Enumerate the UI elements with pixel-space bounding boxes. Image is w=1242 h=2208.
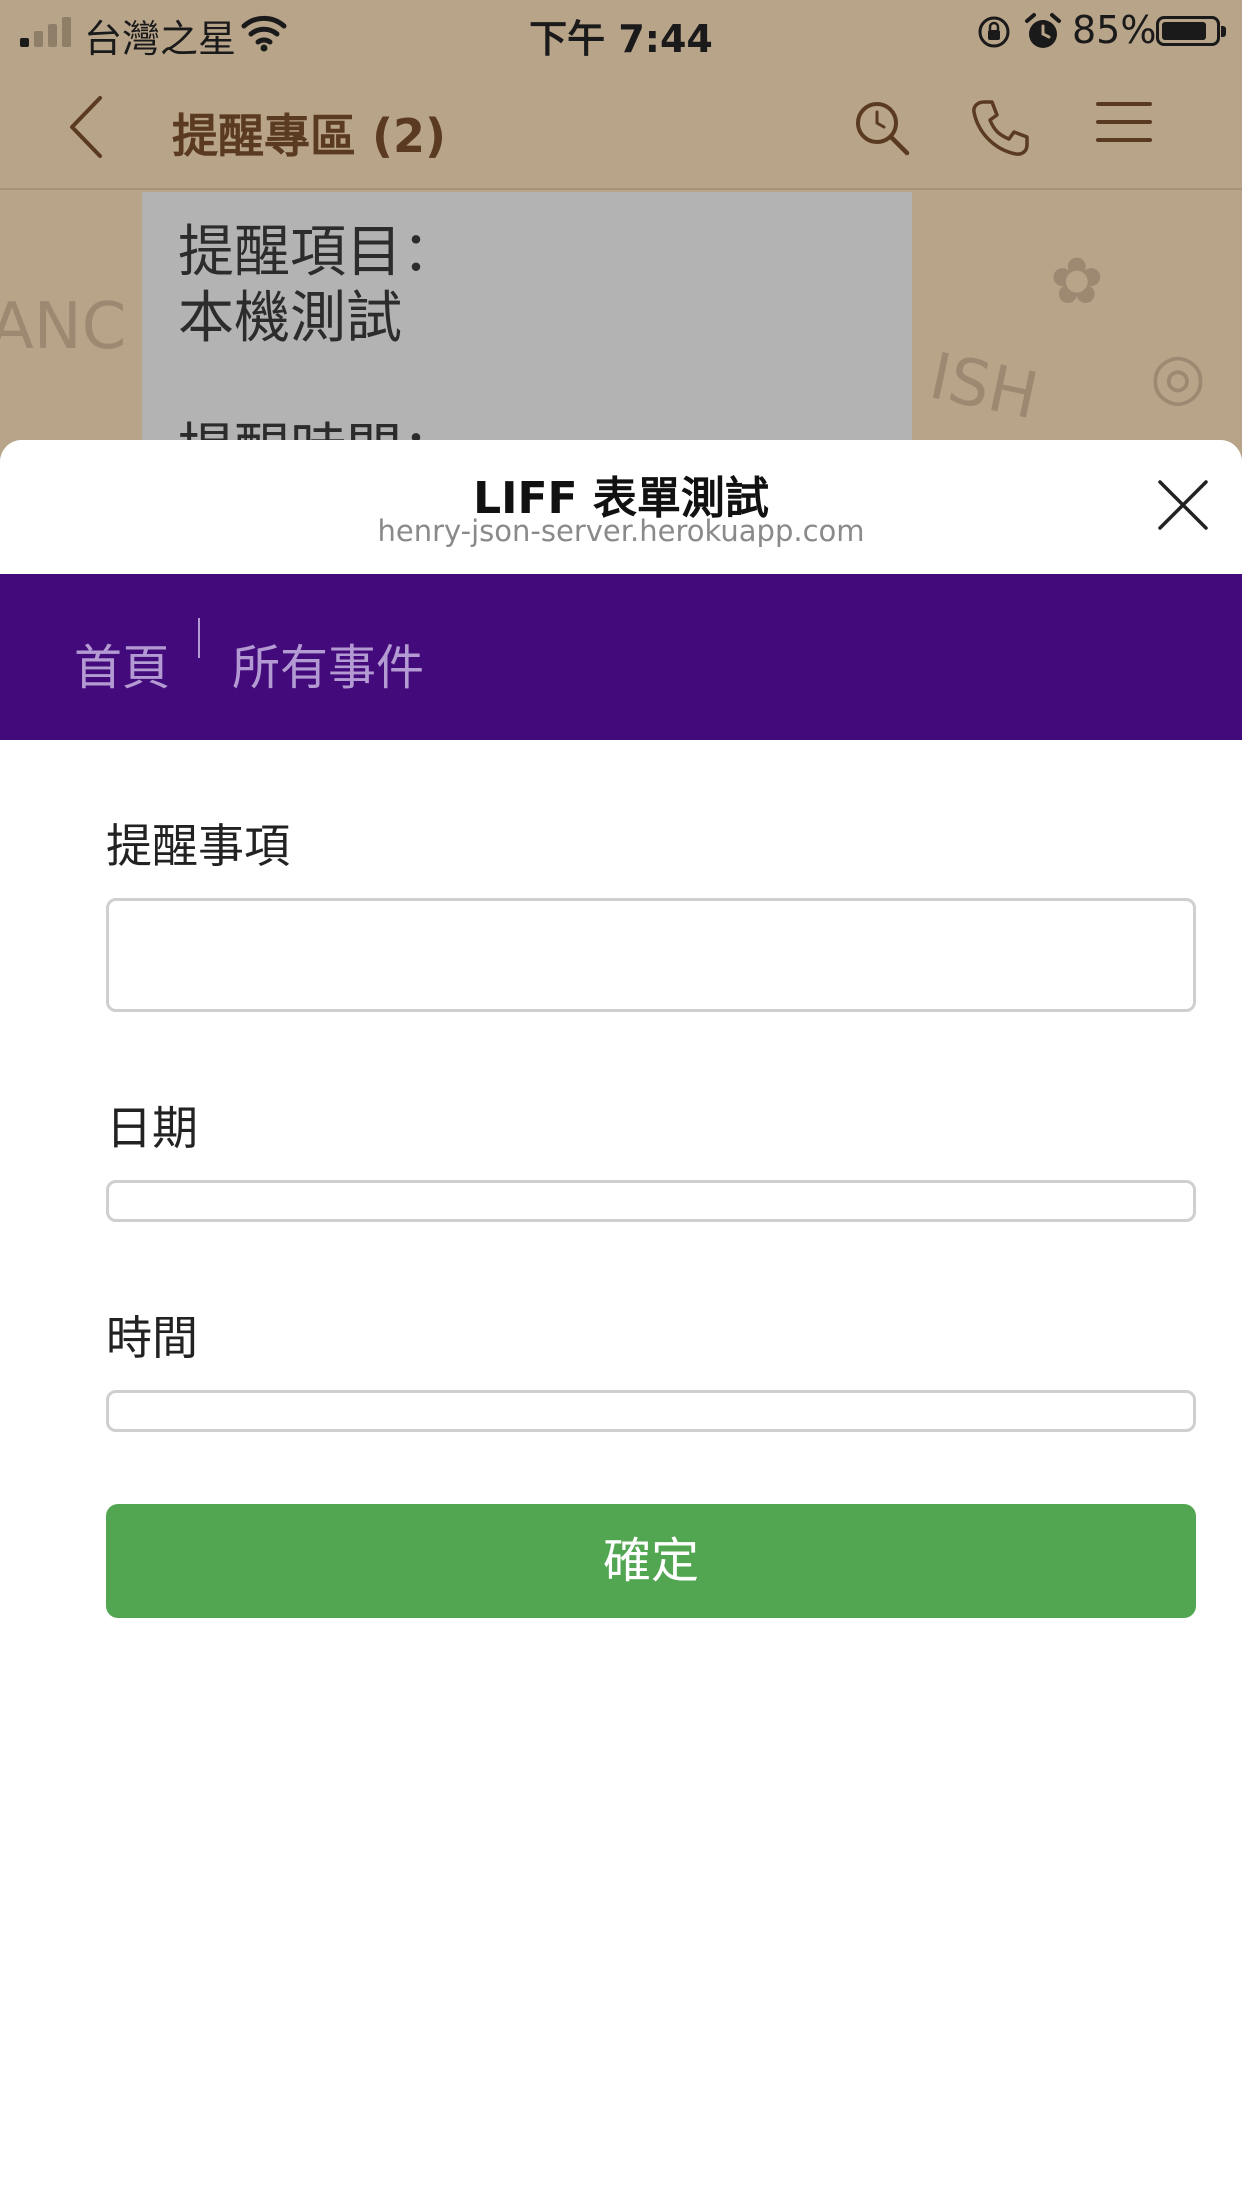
nav-home-link[interactable]: 首頁: [74, 628, 170, 698]
reminder-input[interactable]: [106, 898, 1196, 1012]
time-label: 時間: [106, 1311, 198, 1365]
chevron-left-icon: [70, 96, 102, 158]
liff-header: LIFF 表單測試 henry-json-server.herokuapp.co…: [0, 440, 1242, 574]
phone-icon: [972, 100, 1029, 156]
menu-button[interactable]: [1096, 98, 1152, 150]
battery-fill: [1162, 22, 1206, 40]
chat-message-bubble: 提醒項目： 本機測試 提醒時間：: [142, 192, 912, 460]
wallpaper-doodle: ANC: [0, 290, 127, 364]
nav-separator: [198, 618, 200, 658]
liff-navbar: 首頁 所有事件: [0, 574, 1242, 740]
chat-message-text: 提醒項目： 本機測試 提醒時間：: [178, 220, 458, 460]
date-label: 日期: [106, 1101, 198, 1155]
nav-all-events-link[interactable]: 所有事件: [232, 628, 424, 698]
search-button[interactable]: [852, 98, 912, 162]
menu-icon: [1096, 102, 1152, 142]
wallpaper-eye-icon: ◎: [1150, 340, 1206, 414]
status-bar: 台灣之星 下午 7:44 85%: [0, 0, 1242, 64]
wallpaper-paw-icon: ✿: [1050, 245, 1104, 319]
back-button[interactable]: [66, 94, 106, 164]
battery-icon: [1156, 16, 1226, 46]
time-input[interactable]: [106, 1390, 1196, 1432]
reminder-label: 提醒事項: [106, 819, 290, 873]
close-button[interactable]: [1156, 478, 1210, 532]
liff-url: henry-json-server.herokuapp.com: [377, 514, 865, 548]
chat-header: 提醒專區 (2): [0, 64, 1242, 190]
submit-button[interactable]: 確定: [106, 1504, 1196, 1618]
call-button[interactable]: [970, 98, 1030, 162]
wallpaper-doodle: ISH: [923, 339, 1045, 435]
search-icon: [856, 102, 910, 156]
liff-sheet: LIFF 表單測試 henry-json-server.herokuapp.co…: [0, 440, 1242, 2208]
date-input[interactable]: [106, 1180, 1196, 1222]
battery-nub: [1221, 26, 1226, 37]
rotation-lock-icon: [976, 14, 1012, 59]
battery-percentage: 85%: [1072, 8, 1157, 52]
chat-title: 提醒專區 (2): [172, 109, 447, 163]
close-icon: [1158, 480, 1208, 530]
alarm-icon: [1024, 12, 1062, 61]
chat-screen-background: 台灣之星 下午 7:44 85% 提醒專區 (2) ANC ✿ ISH ◎ 提醒…: [0, 0, 1242, 460]
